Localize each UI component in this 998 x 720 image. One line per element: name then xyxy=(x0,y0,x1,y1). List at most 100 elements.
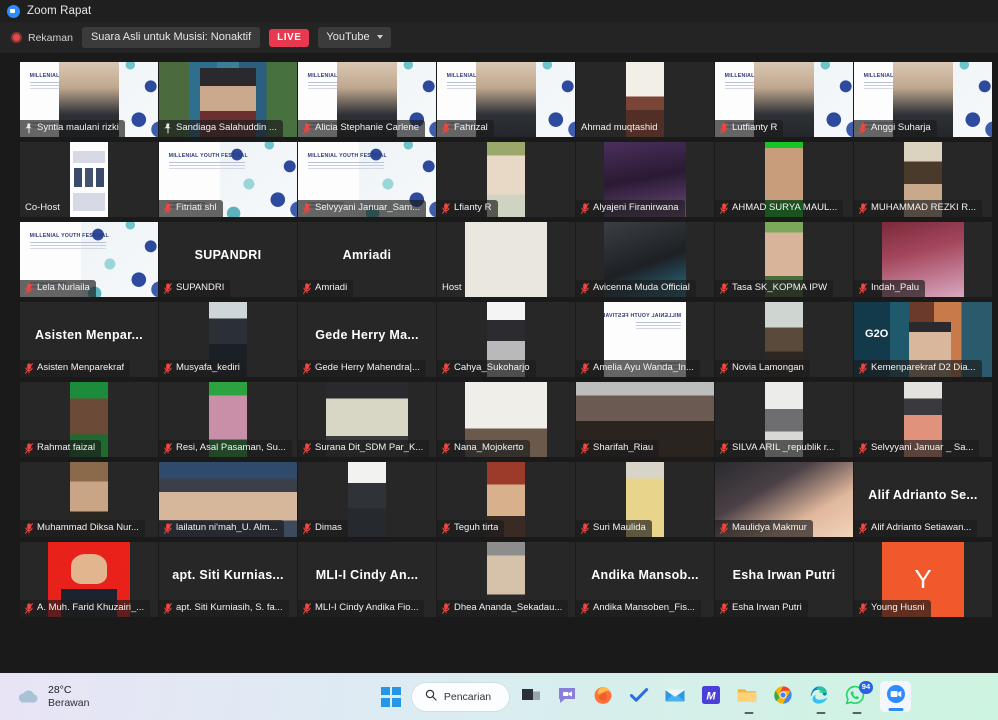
participant-tile[interactable]: MILLENIAL YOUTH FESTIVALAlicia Stephanie… xyxy=(298,62,436,137)
participant-tile[interactable]: Cahya_Sukoharjo xyxy=(437,302,575,377)
participant-tile[interactable]: Y Young Husni xyxy=(854,542,992,617)
mic-muted-icon xyxy=(859,282,867,294)
zoom-logo-icon xyxy=(7,4,20,18)
windows-taskbar: 28°C Berawan Pencarian M 94 xyxy=(0,673,998,720)
participant-tile[interactable]: MILLENIAL YOUTH FESTIVAL Fitriati shl xyxy=(159,142,297,217)
participant-tile[interactable]: Rahmat faizal xyxy=(20,382,158,457)
participant-tile[interactable]: A. Muh. Farid Khuzairi_... xyxy=(20,542,158,617)
taskbar-file-explorer-button[interactable] xyxy=(736,684,761,709)
participant-tile[interactable]: Maulidya Makmur xyxy=(715,462,853,537)
participant-tile[interactable]: Alyajeni Firanirwana xyxy=(576,142,714,217)
mic-muted-icon xyxy=(303,202,311,214)
original-sound-status[interactable]: Suara Asli untuk Musisi: Nonaktif xyxy=(81,27,261,48)
participant-tile[interactable]: Suri Maulida xyxy=(576,462,714,537)
participant-tile[interactable]: Avicenna Muda Official xyxy=(576,222,714,297)
participant-name-text: Sandiaga Salahuddin ... xyxy=(176,122,277,133)
taskbar-chat-button[interactable] xyxy=(556,684,581,709)
participant-tile[interactable]: Host xyxy=(437,222,575,297)
participant-tile[interactable]: Co-Host xyxy=(20,142,158,217)
participant-tile[interactable]: Lfianty R xyxy=(437,142,575,217)
folder-icon xyxy=(736,689,758,710)
taskbar-zoom-button[interactable] xyxy=(880,681,912,712)
participant-tile[interactable]: Musyafa_kediri xyxy=(159,302,297,377)
participant-tile[interactable]: MILLENIAL YOUTH FESTIVAL Amelia Ayu Wanda… xyxy=(576,302,714,377)
taskbar-mail-button[interactable] xyxy=(664,684,689,709)
participant-name-label: Avicenna Muda Official xyxy=(576,280,696,297)
windows-start-icon[interactable] xyxy=(380,686,401,707)
mic-muted-icon xyxy=(303,522,311,534)
participant-name-text: Suri Maulida xyxy=(593,522,646,533)
participant-tile[interactable]: lailatun ni'mah_U. Alm... xyxy=(159,462,297,537)
participant-tile[interactable]: Andika Mansob... Andika Mansoben_Fis... xyxy=(576,542,714,617)
participant-tile[interactable]: MILLENIAL YOUTH FESTIVALFahrizal xyxy=(437,62,575,137)
participant-name-text: Alyajeni Firanirwana xyxy=(593,202,679,213)
taskbar-m-app-button[interactable]: M xyxy=(700,684,725,709)
participant-name-label: lailatun ni'mah_U. Alm... xyxy=(159,520,284,537)
taskbar-firefox-button[interactable] xyxy=(592,684,617,709)
participant-tile[interactable]: MILLENIAL YOUTH FESTIVALSyntia maulani r… xyxy=(20,62,158,137)
participant-name-label: Young Husni xyxy=(854,600,931,617)
participant-tile[interactable]: MILLENIAL YOUTH FESTIVALLutfianty R xyxy=(715,62,853,137)
participant-name-text: Sharifah_Riau xyxy=(593,442,654,453)
taskbar-todo-button[interactable] xyxy=(628,684,653,709)
participant-tile[interactable]: Dimas xyxy=(298,462,436,537)
participant-tile[interactable]: Alif Adrianto Se... Alif Adrianto Setiawa… xyxy=(854,462,992,537)
participant-tile[interactable]: Tasa SK_KOPMA IPW xyxy=(715,222,853,297)
mic-muted-icon xyxy=(581,602,589,614)
participant-tile[interactable]: Nana_Mojokerto xyxy=(437,382,575,457)
participant-gallery: MILLENIAL YOUTH FESTIVALSyntia maulani r… xyxy=(0,53,998,667)
participant-name-label: Lutfianty R xyxy=(715,120,784,137)
taskbar-whatsapp-button[interactable]: 94 xyxy=(844,681,874,709)
weather-widget[interactable]: 28°C Berawan xyxy=(0,684,300,710)
participant-tile[interactable]: G2O Kemenparekraf D2 Dia... xyxy=(854,302,992,377)
participant-tile[interactable]: MLI-I Cindy An... MLI-I Cindy Andika Fio.… xyxy=(298,542,436,617)
participant-name-text: Kemenparekraf D2 Dia... xyxy=(871,362,976,373)
participant-tile[interactable]: Asisten Menpar... Asisten Menparekraf xyxy=(20,302,158,377)
participant-tile[interactable]: MILLENIAL YOUTH FESTIVAL Lela Nurlaila xyxy=(20,222,158,297)
participant-tile[interactable]: Selvyyani Januar _ Sa... xyxy=(854,382,992,457)
participant-tile[interactable]: Teguh tirta xyxy=(437,462,575,537)
window-titlebar: Zoom Rapat xyxy=(0,0,998,22)
mic-muted-icon xyxy=(303,602,311,614)
participant-tile[interactable]: Sharifah_Riau xyxy=(576,382,714,457)
taskbar-edge-button[interactable] xyxy=(808,684,833,709)
taskbar-task-view-button[interactable] xyxy=(520,684,545,709)
mic-muted-icon xyxy=(859,442,867,454)
stream-target-label: YouTube xyxy=(326,31,370,43)
participant-tile[interactable]: Esha Irwan Putri Esha Irwan Putri xyxy=(715,542,853,617)
participant-name-label: Muhammad Diksa Nur... xyxy=(20,520,145,537)
participant-tile[interactable]: MILLENIAL YOUTH FESTIVAL Selvyyani Januar… xyxy=(298,142,436,217)
search-input[interactable]: Pencarian xyxy=(411,682,510,711)
participant-tile[interactable]: SUPANDRI SUPANDRI xyxy=(159,222,297,297)
participant-name-text: MLI-I Cindy Andika Fio... xyxy=(315,602,419,613)
participant-tile[interactable]: Gede Herry Ma... Gede Herry Mahendra|... xyxy=(298,302,436,377)
stream-target-dropdown[interactable]: YouTube xyxy=(318,27,391,48)
participant-tile[interactable]: Ahmad muqtashid xyxy=(576,62,714,137)
participant-name-label: Indah_Palu xyxy=(854,280,926,297)
participant-tile[interactable]: Indah_Palu xyxy=(854,222,992,297)
mic-muted-icon xyxy=(720,122,728,134)
participant-tile[interactable]: Sandiaga Salahuddin ... xyxy=(159,62,297,137)
participant-tile[interactable]: MILLENIAL YOUTH FESTIVALAnggi Suharja xyxy=(854,62,992,137)
mic-muted-icon xyxy=(442,442,450,454)
participant-tile[interactable]: Resi, Asal Pasaman, Su... xyxy=(159,382,297,457)
participant-name-text: AHMAD SURYA MAUL... xyxy=(732,202,838,213)
participant-tile[interactable]: Surana Dit_SDM Par_K... xyxy=(298,382,436,457)
participant-name-text: Young Husni xyxy=(871,602,925,613)
participant-name-label: Novia Lamongan xyxy=(715,360,810,377)
svg-text:M: M xyxy=(707,691,717,703)
recording-indicator[interactable]: Rekaman xyxy=(11,32,73,44)
participant-tile[interactable]: AHMAD SURYA MAUL... xyxy=(715,142,853,217)
participant-tile[interactable]: SILVA ARIL _republik r... xyxy=(715,382,853,457)
mic-muted-icon xyxy=(442,202,450,214)
participant-tile[interactable]: apt. Siti Kurnias... apt. Siti Kurniasih,… xyxy=(159,542,297,617)
participant-tile[interactable]: Amriadi Amriadi xyxy=(298,222,436,297)
taskbar-chrome-button[interactable] xyxy=(772,684,797,709)
participant-tile[interactable]: Dhea Ananda_Sekadau... xyxy=(437,542,575,617)
participant-name-label: Ahmad muqtashid xyxy=(576,120,664,137)
participant-name-text: Cahya_Sukoharjo xyxy=(454,362,530,373)
participant-tile[interactable]: MUHAMMAD REZKI R... xyxy=(854,142,992,217)
participant-tile[interactable]: Novia Lamongan xyxy=(715,302,853,377)
participant-tile[interactable]: Muhammad Diksa Nur... xyxy=(20,462,158,537)
participant-name-text: Musyafa_kediri xyxy=(176,362,240,373)
